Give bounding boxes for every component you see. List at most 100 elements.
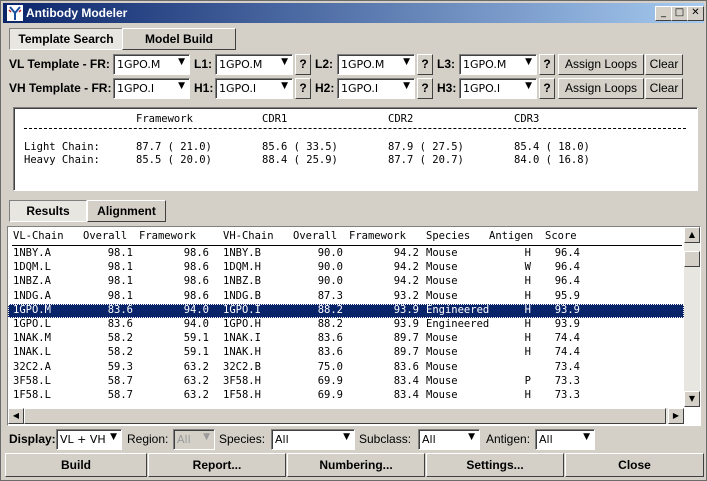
summary-col-cdr1: CDR1: [262, 113, 288, 125]
cell-vh-overall: 83.6: [317, 332, 343, 345]
cell-vh-fw: 93.2: [393, 289, 419, 302]
antigen-select[interactable]: All ▼: [535, 429, 595, 450]
scroll-left-icon[interactable]: ◀: [8, 408, 24, 424]
l3-value: 1GPO.M: [463, 58, 507, 71]
subclass-value: All: [422, 433, 436, 446]
cell-vl: 1GPO.M: [13, 303, 51, 316]
header-score[interactable]: Score: [545, 230, 577, 242]
h2-help-button[interactable]: ?: [417, 78, 433, 99]
display-select[interactable]: VL + VH ▼: [56, 429, 122, 450]
assign-heavy-loops-button[interactable]: Assign Loops: [558, 78, 644, 99]
cell-vl-fw: 94.0: [183, 303, 209, 316]
table-row[interactable]: 1DQM.L 98.1 98.6 1DQM.H 90.0 94.2 Mouse W 96.4: [8, 261, 684, 275]
l1-select[interactable]: 1GPO.M ▼: [215, 54, 293, 75]
tab-alignment[interactable]: Alignment: [87, 200, 166, 222]
region-value: All: [177, 433, 191, 446]
tab-results[interactable]: Results: [9, 200, 87, 222]
table-row[interactable]: 32C2.A 59.3 63.2 32C2.B 75.0 83.6 Mouse 73.4: [8, 361, 684, 375]
close-window-button[interactable]: ✕: [687, 6, 704, 21]
table-header: VL-Chain Overall Framework VH-Chain Over…: [8, 227, 684, 245]
vertical-scrollbar[interactable]: ▲ ▼: [684, 227, 700, 407]
scroll-down-icon[interactable]: ▼: [684, 391, 700, 407]
table-row[interactable]: 1NBY.A 98.1 98.6 1NBY.B 90.0 94.2 Mouse H 96.4: [8, 247, 684, 261]
cell-vl: 1NDG.A: [13, 289, 51, 302]
vl-fr-select[interactable]: 1GPO.M ▼: [113, 54, 190, 75]
tab-template-search[interactable]: Template Search: [9, 28, 123, 50]
cell-vl-overall: 58.7: [107, 374, 133, 387]
l1-help-button[interactable]: ?: [295, 54, 311, 75]
scroll-up-icon[interactable]: ▲: [684, 227, 700, 243]
header-vl-framework[interactable]: Framework: [139, 230, 196, 242]
cell-vl-overall: 58.2: [107, 332, 133, 345]
title-bar[interactable]: Antibody Modeler _ □ ✕: [3, 3, 704, 23]
h3-help-button[interactable]: ?: [539, 78, 555, 99]
antigen-label: Antigen:: [486, 432, 531, 446]
cell-vl-fw: 94.0: [183, 318, 209, 330]
cell-score: 73.3: [554, 374, 580, 387]
table-row[interactable]: 1F58.L 58.7 63.2 1F58.H 69.9 83.4 Mouse H 73.3: [8, 389, 684, 403]
header-species[interactable]: Species: [426, 230, 470, 242]
h2-select[interactable]: 1GPO.I ▼: [337, 78, 415, 99]
cell-vl-fw: 98.6: [183, 275, 209, 288]
l1-value: 1GPO.M: [219, 58, 263, 71]
header-vh-framework[interactable]: Framework: [349, 230, 406, 242]
table-row[interactable]: 1GPO.M 83.6 94.0 1GPO.I 88.2 93.9 Engineered H 9…: [8, 303, 684, 318]
l3-select[interactable]: 1GPO.M ▼: [459, 54, 537, 75]
settings-button[interactable]: Settings...: [426, 453, 564, 477]
minimize-button[interactable]: _: [655, 6, 672, 21]
summary-col-cdr2: CDR2: [388, 113, 414, 125]
close-button[interactable]: Close: [565, 453, 704, 477]
table-row[interactable]: 1GPO.L 83.6 94.0 1GPO.H 88.2 93.9 Engineered H 9…: [8, 318, 684, 332]
cell-vh-overall: 69.9: [317, 374, 343, 387]
clear-heavy-button[interactable]: Clear: [645, 78, 683, 99]
h3-select[interactable]: 1GPO.I ▼: [459, 78, 537, 99]
header-vl-chain[interactable]: VL-Chain: [13, 230, 64, 242]
cell-antigen: H: [524, 389, 531, 401]
table-row[interactable]: 1NDG.A 98.1 98.6 1NDG.B 87.3 93.2 Mouse H 95.9: [8, 290, 684, 304]
numbering-button[interactable]: Numbering...: [287, 453, 425, 477]
summary-light-framework: 87.7 ( 21.0): [136, 141, 212, 153]
cell-vl: 1F58.L: [13, 389, 51, 401]
display-label: Display:: [9, 432, 56, 446]
cell-antigen: P: [524, 374, 531, 387]
vertical-scroll-thumb[interactable]: [684, 251, 700, 267]
l2-select[interactable]: 1GPO.M ▼: [337, 54, 415, 75]
cell-vh-fw: 94.2: [393, 275, 419, 288]
header-vl-overall[interactable]: Overall: [83, 230, 127, 242]
cell-score: 96.4: [554, 275, 580, 288]
h1-label: H1:: [194, 81, 214, 95]
table-row[interactable]: 1NBZ.A 98.1 98.6 1NBZ.B 90.0 94.2 Mouse H 96.4: [8, 275, 684, 289]
results-table[interactable]: VL-Chain Overall Framework VH-Chain Over…: [7, 226, 701, 426]
l1-label: L1:: [194, 57, 212, 71]
vh-fr-select[interactable]: 1GPO.I ▼: [113, 78, 190, 99]
subclass-label: Subclass:: [359, 432, 412, 446]
header-antigen[interactable]: Antigen: [489, 230, 533, 242]
h1-select[interactable]: 1GPO.I ▼: [215, 78, 293, 99]
build-button[interactable]: Build: [5, 453, 147, 477]
report-button[interactable]: Report...: [148, 453, 286, 477]
summary-light-cdr2: 87.9 ( 27.5): [388, 141, 464, 153]
l2-value: 1GPO.M: [341, 58, 385, 71]
horizontal-scroll-thumb[interactable]: [24, 408, 666, 424]
table-row[interactable]: 1NAK.M 58.2 59.1 1NAK.I 83.6 89.7 Mouse H 74.4: [8, 332, 684, 346]
cell-vh-fw: 94.2: [393, 261, 419, 274]
species-select[interactable]: All ▼: [271, 429, 355, 450]
l2-help-button[interactable]: ?: [417, 54, 433, 75]
horizontal-scrollbar[interactable]: ◀ ▶: [8, 408, 684, 424]
clear-light-button[interactable]: Clear: [645, 54, 683, 75]
table-row[interactable]: 3F58.L 58.7 63.2 3F58.H 69.9 83.4 Mouse P 73.3: [8, 375, 684, 389]
cell-vl-fw: 63.2: [183, 389, 209, 401]
tab-model-build[interactable]: Model Build: [122, 28, 236, 50]
cell-score: 95.9: [554, 289, 580, 302]
l3-help-button[interactable]: ?: [539, 54, 555, 75]
table-row[interactable]: 1NAK.L 58.2 59.1 1NAK.H 83.6 89.7 Mouse H 74.4: [8, 346, 684, 360]
h1-help-button[interactable]: ?: [295, 78, 311, 99]
subclass-select[interactable]: All ▼: [418, 429, 480, 450]
scroll-right-icon[interactable]: ▶: [668, 408, 684, 424]
summary-col-cdr3: CDR3: [514, 113, 540, 125]
maximize-button[interactable]: □: [671, 6, 688, 21]
assign-light-loops-button[interactable]: Assign Loops: [558, 54, 644, 75]
header-vh-chain[interactable]: VH-Chain: [223, 230, 274, 242]
cell-vh-fw: 94.2: [393, 247, 419, 259]
header-vh-overall[interactable]: Overall: [293, 230, 337, 242]
